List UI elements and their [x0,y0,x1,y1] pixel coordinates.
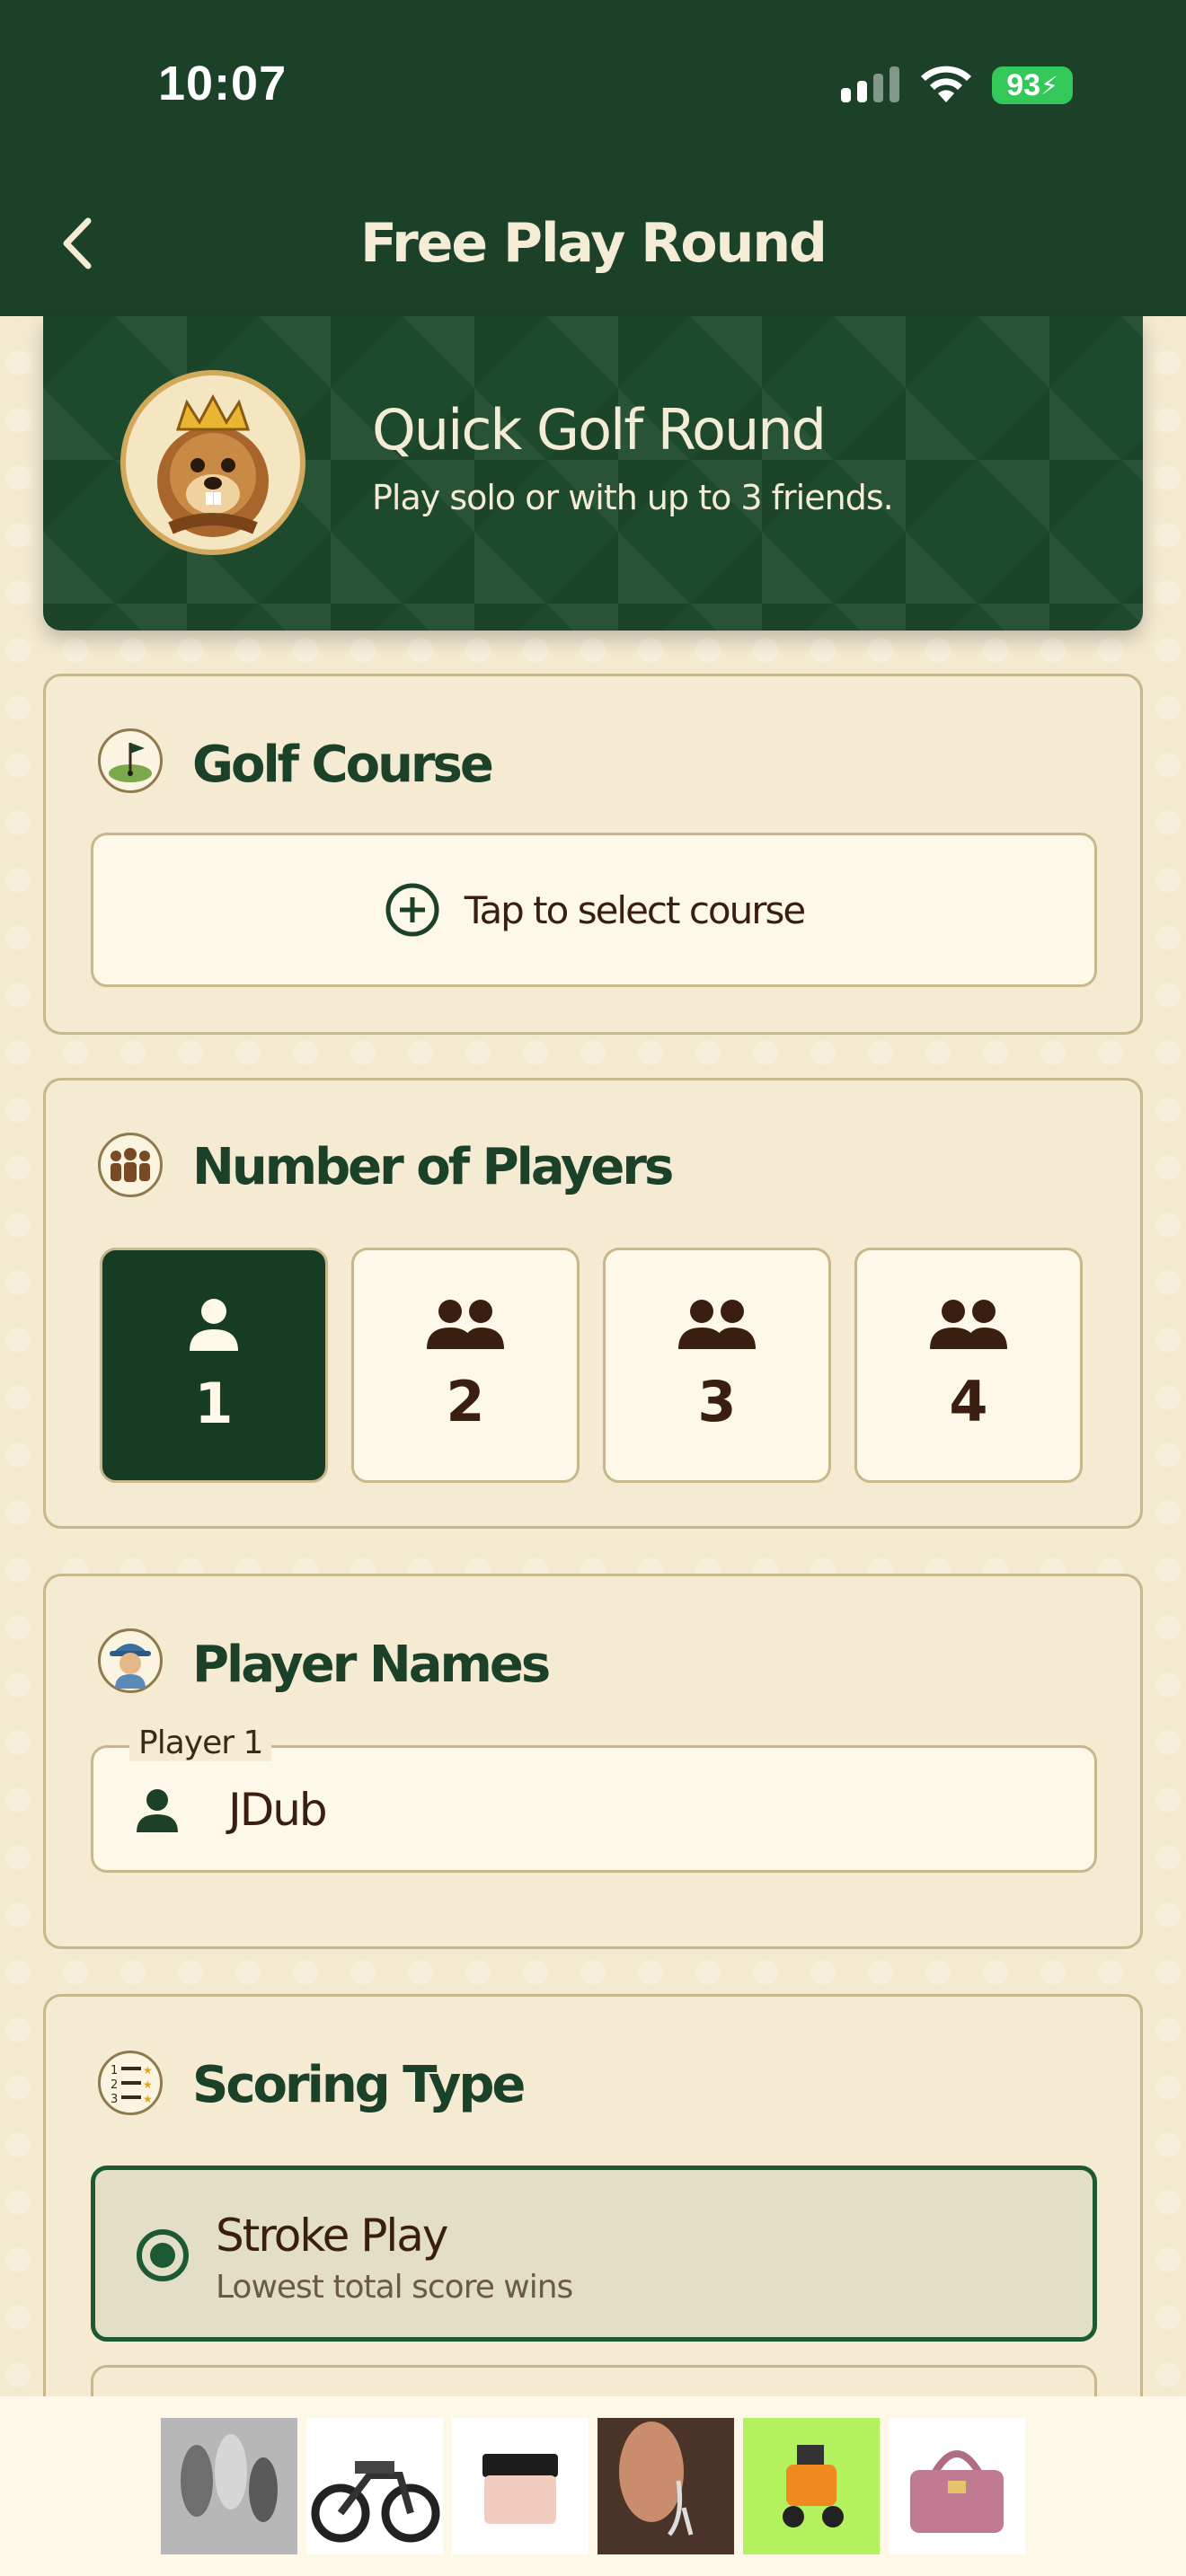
scoring-list-icon: 1 2 3 ★ ★ ★ [98,2051,163,2115]
player-count-4[interactable]: 4 [854,1248,1083,1483]
battery-indicator: 93 ⚡ [992,66,1073,104]
svg-text:2: 2 [111,2078,118,2092]
select-course-label: Tap to select course [464,887,807,932]
stroke-play-option[interactable]: Stroke Play Lowest total score wins [91,2166,1097,2342]
player-1-name-field[interactable]: Player 1 JDub [91,1725,1097,1873]
stroke-play-radio[interactable] [137,2229,189,2281]
player-count-label: 4 [949,1368,988,1434]
top-bar: 10:07 93 ⚡ Free Play Round [0,0,1186,316]
player-count-label: 3 [697,1368,737,1434]
plus-circle-icon [385,883,439,937]
stroke-play-title: Stroke Play [216,2210,448,2262]
player-count-2[interactable]: 2 [351,1248,580,1483]
golf-course-title: Golf Course [192,736,494,794]
person-icon [137,1789,178,1832]
ad-banner[interactable] [0,2396,1186,2576]
people-icon [678,1299,756,1349]
hero-banner: Quick Golf Round Play solo or with up to… [43,316,1143,631]
player-count-options: 1 2 3 4 [100,1248,1083,1483]
wifi-icon [921,66,971,102]
battery-level: 93 [1006,67,1041,102]
status-time: 10:07 [158,57,288,110]
page-title: Free Play Round [360,212,828,275]
golf-flag-icon [98,728,163,793]
hero-title: Quick Golf Round [372,397,827,463]
cream-jar-ad-image[interactable] [452,2418,589,2554]
ebike-ad-image[interactable] [306,2418,443,2554]
scoring-type-card: 1 2 3 ★ ★ ★ Scoring Type Stroke Play Low… [43,1994,1143,2541]
person-icon [190,1298,238,1351]
svg-text:1: 1 [111,2064,118,2078]
player-names-card: Player Names Player 1 JDub [43,1574,1143,1949]
select-course-button[interactable]: Tap to select course [91,833,1097,987]
svg-text:★: ★ [143,2064,153,2077]
players-group-icon [98,1133,163,1197]
player-count-1[interactable]: 1 [100,1248,328,1483]
golf-course-card: Golf Course Tap to select course [43,674,1143,1035]
hero-subtitle: Play solo or with up to 3 friends. [372,478,894,517]
number-of-players-card: Number of Players 1 2 3 4 [43,1078,1143,1529]
svg-text:★: ★ [143,2078,153,2091]
number-of-players-title: Number of Players [192,1138,674,1196]
player-count-3[interactable]: 3 [603,1248,831,1483]
svg-text:3: 3 [111,2093,118,2106]
nail-polish-ad-image[interactable] [161,2418,297,2554]
scoring-type-title: Scoring Type [192,2056,526,2114]
golfer-avatar-icon [98,1628,163,1693]
player-count-label: 2 [446,1368,485,1434]
people-icon [930,1299,1007,1349]
player-1-name-value: JDub [228,1784,328,1836]
earring-ad-image[interactable] [597,2418,734,2554]
player-count-label: 1 [194,1370,234,1436]
svg-text:★: ★ [143,2093,153,2105]
people-icon [427,1299,504,1349]
cellular-signal-icon [841,66,899,102]
beaver-king-mascot-icon [120,370,305,555]
charging-bolt-icon: ⚡ [1040,71,1058,100]
scooter-keychain-ad-image[interactable] [743,2418,880,2554]
player-1-legend: Player 1 [129,1725,272,1761]
stroke-play-description: Lowest total score wins [216,2269,573,2306]
handbag-ad-image[interactable] [889,2418,1025,2554]
player-names-title: Player Names [192,1636,551,1694]
